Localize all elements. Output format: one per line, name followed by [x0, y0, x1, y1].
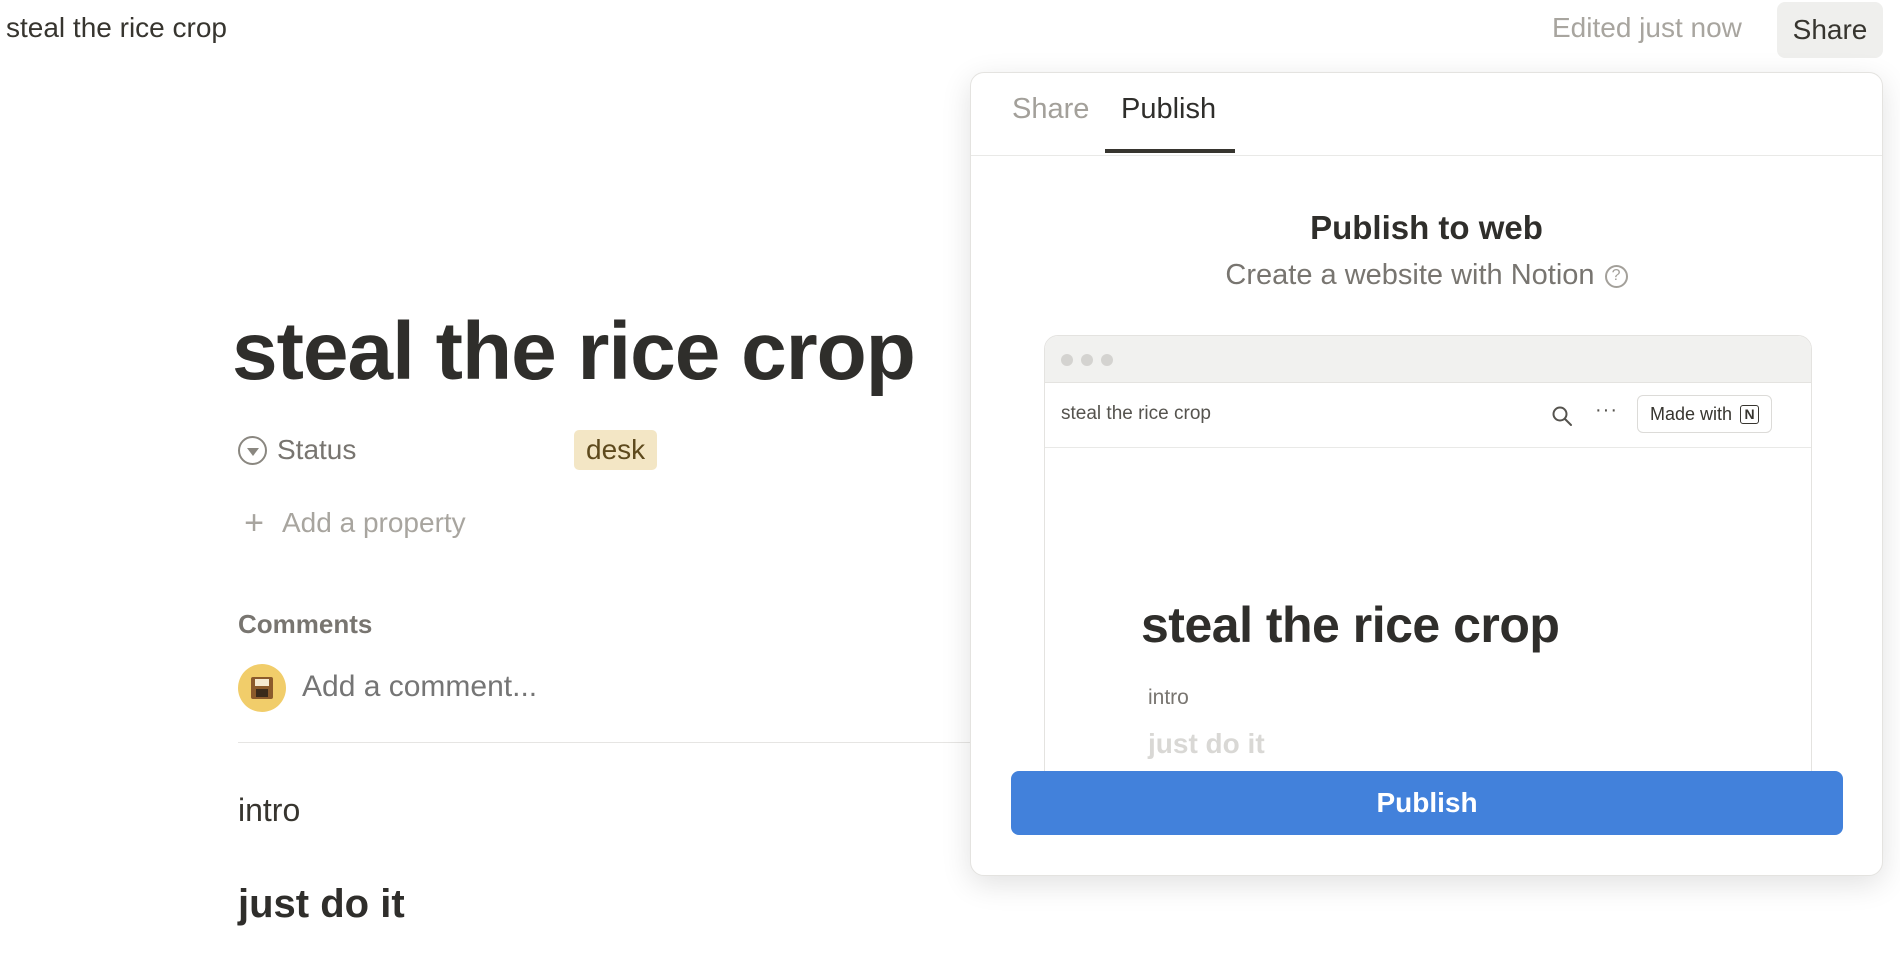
publish-title: Publish to web	[1310, 209, 1543, 246]
preview-page-title: steal the rice crop	[1141, 597, 1560, 653]
made-with-label: Made with	[1650, 403, 1733, 424]
comments-heading: Comments	[238, 609, 373, 639]
site-preview: steal the rice crop ··· Made with N stea…	[1044, 335, 1812, 795]
topbar-page-title[interactable]: steal the rice crop	[6, 12, 227, 44]
publish-button[interactable]: Publish	[1011, 771, 1843, 835]
window-dot-icon	[1061, 354, 1073, 366]
status-icon	[238, 435, 267, 465]
floppy-disk-icon	[251, 677, 273, 699]
divider	[238, 742, 998, 743]
tab-publish[interactable]: Publish	[1121, 93, 1216, 126]
preview-intro: intro	[1148, 686, 1189, 709]
status-tag[interactable]: desk	[574, 430, 658, 470]
avatar	[238, 664, 286, 712]
publish-subtitle: Create a website with Notion?	[971, 259, 1882, 292]
plus-icon: +	[244, 504, 264, 542]
edited-status: Edited just now	[1552, 12, 1742, 43]
share-publish-panel: Share Publish Publish to web Create a we…	[970, 72, 1883, 876]
help-icon[interactable]: ?	[1604, 264, 1628, 288]
property-label: Status	[277, 434, 357, 465]
active-tab-indicator	[1105, 149, 1235, 153]
window-dot-icon	[1101, 354, 1113, 366]
add-property-button[interactable]: + Add a property	[240, 506, 466, 540]
search-icon	[1552, 406, 1572, 426]
tab-share[interactable]: Share	[1012, 93, 1089, 126]
page-title[interactable]: steal the rice crop	[232, 305, 916, 399]
panel-tabs: Share Publish	[971, 73, 1882, 156]
more-icon: ···	[1595, 399, 1618, 421]
preview-navbar: steal the rice crop ··· Made with N	[1045, 383, 1811, 448]
share-button[interactable]: Share	[1777, 2, 1883, 58]
preview-nav-title: steal the rice crop	[1061, 403, 1211, 424]
text-block-intro[interactable]: intro	[238, 792, 300, 829]
preview-window-bar	[1045, 336, 1811, 383]
comment-input[interactable]	[302, 670, 902, 704]
property-status[interactable]: Status	[238, 430, 356, 470]
publish-subtitle-text: Create a website with Notion	[1225, 259, 1595, 291]
add-property-label: Add a property	[282, 507, 466, 538]
preview-heading: just do it	[1148, 728, 1265, 759]
heading-block[interactable]: just do it	[238, 882, 405, 927]
window-dot-icon	[1081, 354, 1093, 366]
notion-logo-icon: N	[1740, 404, 1760, 424]
made-with-notion-badge: Made with N	[1637, 395, 1773, 433]
